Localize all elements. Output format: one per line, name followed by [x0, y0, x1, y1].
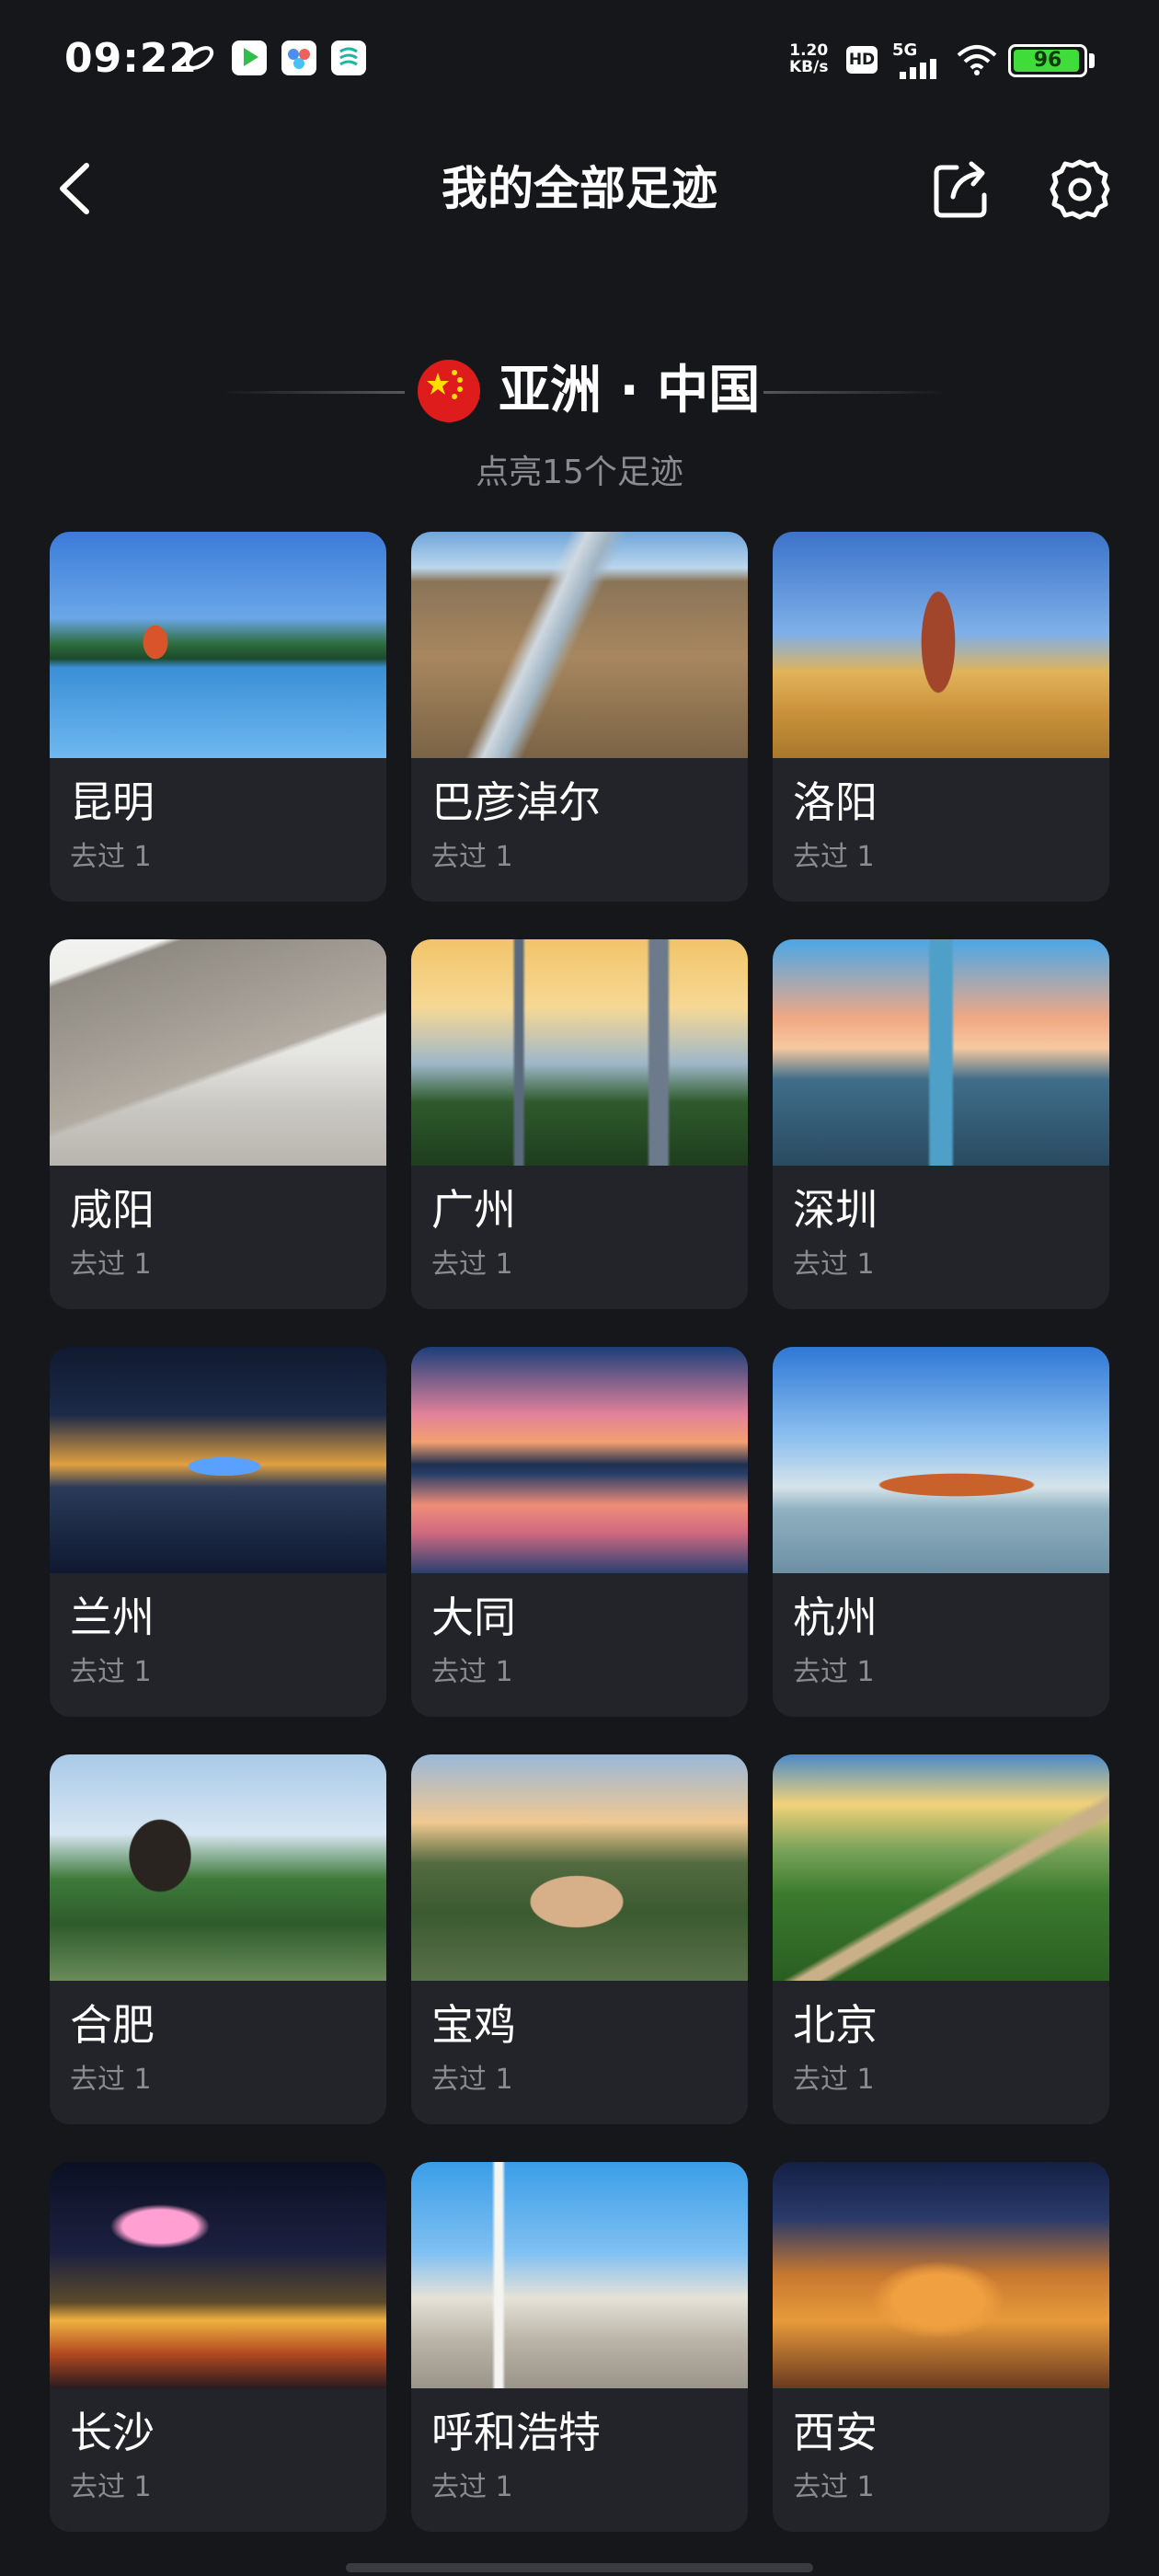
network-speed-unit: KB/s: [789, 58, 829, 76]
status-bar: 09:22 1.20 KB/s HD 5G 96: [0, 0, 1159, 120]
visit-count: 去过 1: [793, 2064, 875, 2096]
visit-count: 去过 1: [793, 2471, 875, 2503]
city-name: 广州: [431, 1185, 516, 1235]
divider-left: [221, 391, 405, 394]
visit-count: 去过 1: [431, 2064, 513, 2096]
city-card[interactable]: 北京 去过 1: [773, 1754, 1109, 2124]
city-name: 北京: [793, 2000, 878, 2050]
hd-badge: HD: [846, 46, 878, 74]
city-photo: [50, 1754, 386, 1981]
city-name: 西安: [793, 2408, 878, 2457]
city-card[interactable]: 咸阳 去过 1: [50, 939, 386, 1309]
mobile-app-notification-icon: [331, 40, 366, 75]
visit-count: 去过 1: [793, 1656, 875, 1688]
city-photo: [50, 939, 386, 1166]
network-speed: 1.20 KB/s: [789, 42, 828, 75]
city-card[interactable]: 长沙 去过 1: [50, 2162, 386, 2532]
visit-count: 去过 1: [431, 1248, 513, 1281]
battery-level: 96: [1033, 49, 1062, 72]
visit-count: 去过 1: [793, 1248, 875, 1281]
visit-count: 去过 1: [70, 2064, 152, 2096]
region-name: 亚洲 · 中国: [499, 361, 761, 420]
wifi-icon: [957, 45, 997, 75]
city-photo: [773, 2162, 1109, 2388]
city-card[interactable]: 合肥 去过 1: [50, 1754, 386, 2124]
city-name: 呼和浩特: [431, 2408, 601, 2457]
city-card[interactable]: 宝鸡 去过 1: [411, 1754, 748, 2124]
network-speed-value: 1.20: [789, 41, 829, 60]
city-name: 兰州: [70, 1593, 155, 1642]
visit-count: 去过 1: [70, 1248, 152, 1281]
city-card[interactable]: 大同 去过 1: [411, 1347, 748, 1717]
city-name: 杭州: [793, 1593, 878, 1642]
city-name: 咸阳: [70, 1185, 155, 1235]
city-name: 合肥: [70, 2000, 155, 2050]
home-indicator[interactable]: [346, 2563, 813, 2572]
city-photo: [411, 1347, 748, 1573]
city-photo: [773, 939, 1109, 1166]
app-notification-icon: [182, 40, 217, 75]
city-card[interactable]: 杭州 去过 1: [773, 1347, 1109, 1717]
status-time: 09:22: [64, 35, 199, 82]
region-heading: 亚洲 · 中国: [0, 354, 1159, 428]
top-app-bar: 我的全部足迹: [0, 138, 1159, 239]
cloud-app-notification-icon: [281, 40, 316, 75]
share-button[interactable]: [929, 156, 995, 223]
share-icon: [934, 161, 987, 218]
city-name: 巴彦淖尔: [431, 777, 601, 827]
city-photo: [411, 2162, 748, 2388]
signal-bars-icon: [900, 59, 936, 79]
city-photo: [50, 2162, 386, 2388]
city-name: 大同: [431, 1593, 516, 1642]
city-card[interactable]: 深圳 去过 1: [773, 939, 1109, 1309]
city-photo: [773, 532, 1109, 758]
city-photo: [50, 532, 386, 758]
city-card[interactable]: 广州 去过 1: [411, 939, 748, 1309]
video-app-notification-icon: [232, 40, 267, 75]
visit-count: 去过 1: [70, 2471, 152, 2503]
visit-count: 去过 1: [70, 841, 152, 873]
city-name: 长沙: [70, 2408, 155, 2457]
city-photo: [411, 532, 748, 758]
city-photo: [50, 1347, 386, 1573]
visit-count: 去过 1: [70, 1656, 152, 1688]
battery-indicator: 96: [1008, 44, 1087, 77]
settings-button[interactable]: [1047, 156, 1113, 223]
city-card[interactable]: 西安 去过 1: [773, 2162, 1109, 2532]
battery-cap: [1089, 53, 1095, 68]
city-photo: [773, 1754, 1109, 1981]
city-name: 深圳: [793, 1185, 878, 1235]
city-card[interactable]: 洛阳 去过 1: [773, 532, 1109, 902]
signal-5g-label: 5G: [892, 40, 918, 60]
visit-count: 去过 1: [431, 1656, 513, 1688]
city-card[interactable]: 昆明 去过 1: [50, 532, 386, 902]
city-photo: [773, 1347, 1109, 1573]
city-name: 洛阳: [793, 777, 878, 827]
city-photo: [411, 1754, 748, 1981]
city-photo: [411, 939, 748, 1166]
city-card[interactable]: 兰州 去过 1: [50, 1347, 386, 1717]
footprint-count: 点亮15个足迹: [476, 454, 683, 491]
city-card[interactable]: 巴彦淖尔 去过 1: [411, 532, 748, 902]
city-name: 宝鸡: [431, 2000, 516, 2050]
gear-icon: [1050, 159, 1110, 220]
divider-right: [763, 391, 947, 394]
city-name: 昆明: [70, 777, 155, 827]
china-flag-icon: [418, 360, 480, 422]
visit-count: 去过 1: [431, 2471, 513, 2503]
visit-count: 去过 1: [431, 841, 513, 873]
city-card[interactable]: 呼和浩特 去过 1: [411, 2162, 748, 2532]
visit-count: 去过 1: [793, 841, 875, 873]
